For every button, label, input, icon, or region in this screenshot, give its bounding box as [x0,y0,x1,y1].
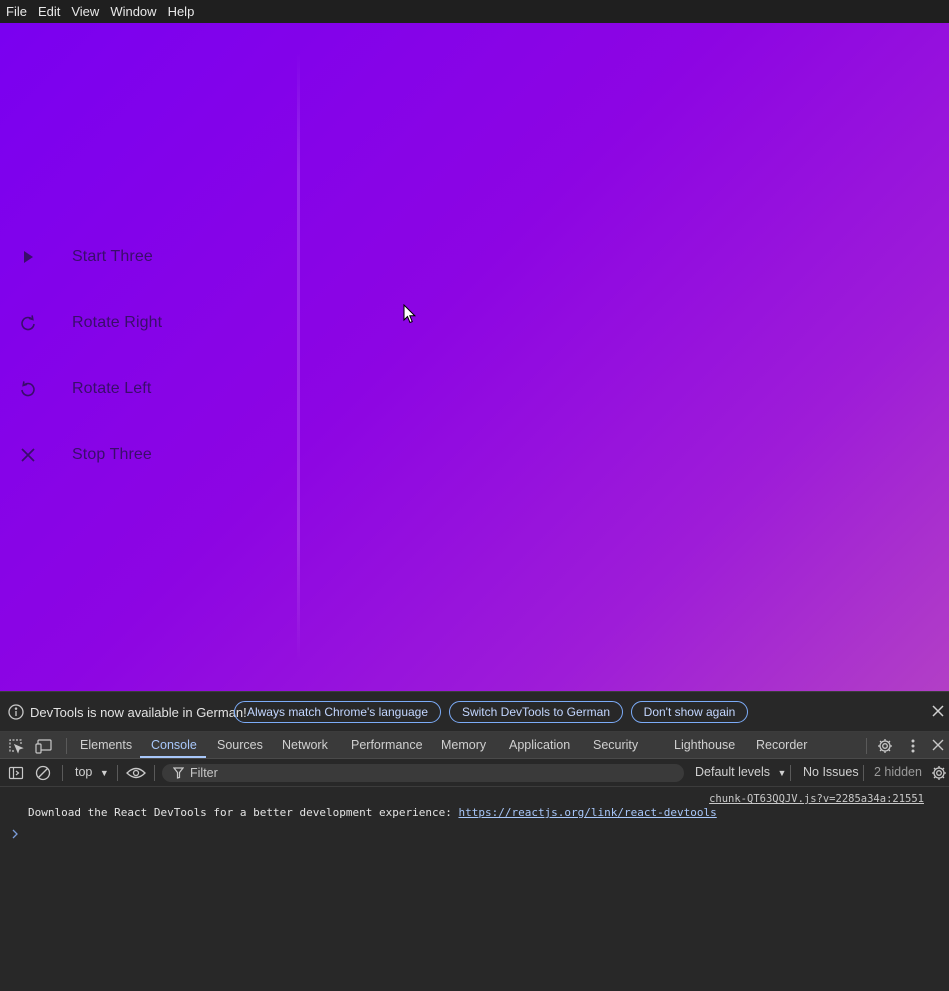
rotate-right-button[interactable]: Rotate Right [0,301,280,345]
menu-bar: File Edit View Window Help [0,0,949,23]
start-three-button[interactable]: Start Three [0,235,280,279]
console-message: Download the React DevTools for a better… [28,806,717,819]
devtools-tab-bar: Elements Console Sources Network Perform… [0,732,949,759]
rotate-left-button[interactable]: Rotate Left [0,367,280,411]
issues-button[interactable]: No Issues [803,765,859,779]
clear-console-icon[interactable] [35,765,51,784]
separator [154,765,155,781]
console-prompt-chevron-icon[interactable] [11,828,19,842]
tab-network[interactable]: Network [282,738,328,752]
react-devtools-link[interactable]: https://reactjs.org/link/react-devtools [458,806,716,819]
stop-three-label: Stop Three [72,446,152,463]
tab-memory[interactable]: Memory [441,738,486,752]
rotate-left-label: Rotate Left [72,380,152,397]
separator [866,738,867,754]
settings-gear-icon[interactable] [877,738,893,757]
tab-elements[interactable]: Elements [80,738,132,752]
stop-three-button[interactable]: Stop Three [0,433,280,477]
rotate-right-icon [18,313,38,333]
separator [66,738,67,754]
dropdown-arrow-icon: ▼ [99,768,109,778]
log-levels-dropdown[interactable]: Default levels ▼ [695,765,786,779]
close-icon [18,445,38,465]
rotate-left-icon [18,379,38,399]
hidden-count: 2 hidden [874,765,922,779]
console-settings-gear-icon[interactable] [931,765,947,784]
separator [62,765,63,781]
dropdown-arrow-icon: ▼ [777,768,787,778]
separator [790,765,791,781]
menu-view[interactable]: View [65,4,104,19]
close-icon[interactable] [932,705,944,720]
tab-console[interactable]: Console [151,738,197,752]
infobar-message: DevTools is now available in German! [30,705,247,720]
switch-language-button[interactable]: Switch DevTools to German [449,701,623,723]
device-toolbar-icon[interactable] [35,738,53,757]
sidebar-divider [297,53,300,661]
menu-help[interactable]: Help [162,4,200,19]
console-message-text: Download the React DevTools for a better… [28,806,459,819]
info-icon [8,704,24,723]
devtools-infobar: DevTools is now available in German! Alw… [0,691,949,732]
console-output: chunk-QT63QQJV.js?v=2285a34a:21551 Downl… [0,787,949,991]
filter-input[interactable] [190,764,670,782]
inspect-element-icon[interactable] [8,738,24,757]
app-viewport: Start Three Rotate Right Rotate Left Sto… [0,23,949,691]
tab-lighthouse[interactable]: Lighthouse [674,738,735,752]
tab-recorder[interactable]: Recorder [756,738,807,752]
context-label: top [75,765,93,779]
rotate-right-label: Rotate Right [72,314,163,331]
filter-icon [172,767,185,782]
tab-sources[interactable]: Sources [217,738,263,752]
dont-show-again-button[interactable]: Don't show again [631,701,748,723]
close-devtools-icon[interactable] [932,739,944,754]
log-levels-label: Default levels [695,765,771,779]
menu-file[interactable]: File [0,4,32,19]
context-selector[interactable]: top ▼ [75,765,109,779]
tab-security[interactable]: Security [593,738,638,752]
play-icon [18,247,38,267]
live-expression-eye-icon[interactable] [126,766,146,783]
filter-field [162,764,684,782]
separator [863,765,864,781]
tab-application[interactable]: Application [509,738,570,752]
more-options-icon[interactable] [910,738,916,757]
console-toolbar: top ▼ Default levels ▼ No Issues 2 [0,759,949,787]
active-tab-indicator [140,756,206,758]
source-link[interactable]: chunk-QT63QQJV.js?v=2285a34a:21551 [709,793,924,805]
tab-performance[interactable]: Performance [351,738,423,752]
menu-edit[interactable]: Edit [32,4,65,19]
match-language-button[interactable]: Always match Chrome's language [234,701,441,723]
sidebar-toggle-icon[interactable] [8,765,24,784]
mouse-cursor-icon [403,303,417,329]
separator [117,765,118,781]
menu-window[interactable]: Window [104,4,161,19]
devtools-panel: DevTools is now available in German! Alw… [0,691,949,991]
start-three-label: Start Three [72,248,153,265]
